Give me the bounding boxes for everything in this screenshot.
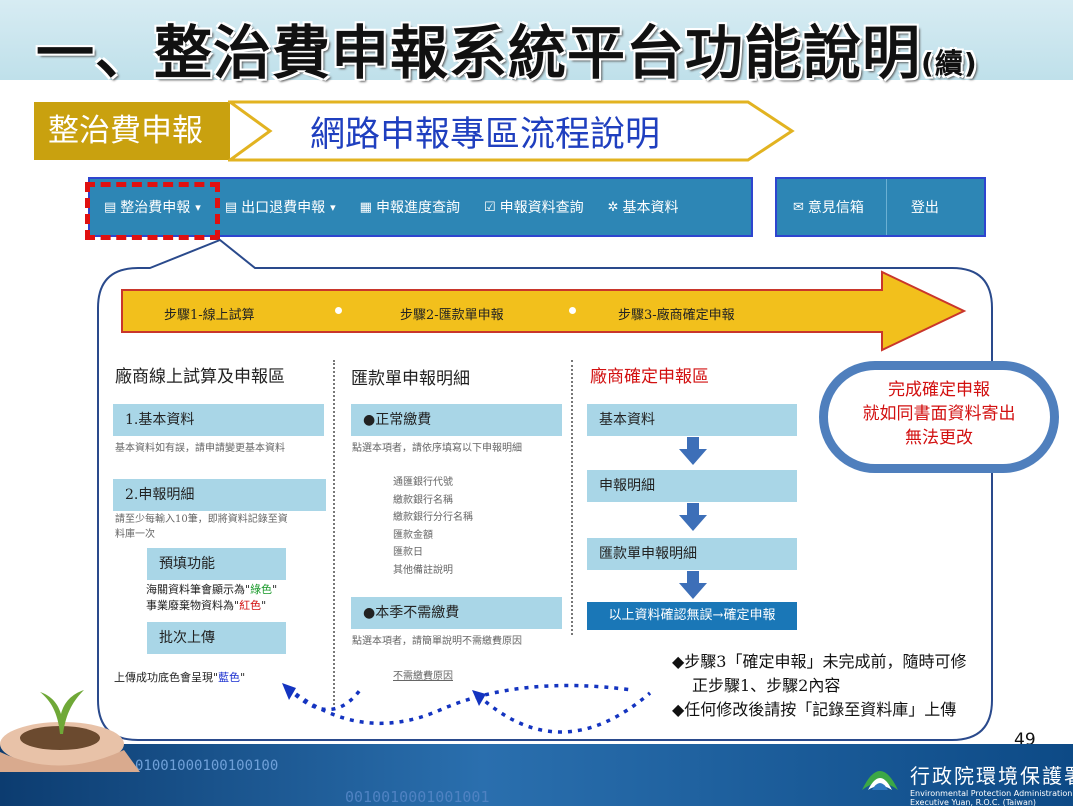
col1-detail-note: 請至少每輸入10筆，即將資料記錄至資 料庫一次 xyxy=(115,512,288,542)
col1-detail-bar: 2.申報明細 xyxy=(113,479,326,511)
col1-prefill-bar: 預填功能 xyxy=(147,548,286,580)
footer-binary: 01001000100100100 xyxy=(135,758,279,774)
agency-name: 行政院環境保護署 Environmental Protection Admini… xyxy=(910,760,1073,806)
epa-logo xyxy=(862,771,898,790)
prefill-text: 海關資料筆會顯示為" xyxy=(146,583,251,596)
col3-basic-bar: 基本資料 xyxy=(587,404,797,436)
note-1: ◆步驟3「確定申報」未完成前，隨時可修 正步驟1、步驟2內容 xyxy=(672,650,967,698)
agency-name-en: Executive Yuan, R.O.C. (Taiwan) xyxy=(910,798,1037,806)
agency-name-zh: 行政院環境保護署 xyxy=(910,764,1073,788)
note-line: 正步驟1、步驟2內容 xyxy=(692,676,841,695)
step-dot xyxy=(335,307,342,314)
field-item: 繳款銀行名稱 xyxy=(393,494,453,506)
prefill-green: 綠色 xyxy=(250,583,273,596)
note-2: ◆任何修改後請按「記錄至資料庫」上傳 xyxy=(672,700,957,719)
col2-normal-note: 點選本項者，請依序填寫以下申報明細 xyxy=(352,443,522,454)
col2-nopay-note: 點選本項者，請簡單說明不需繳費原因 xyxy=(352,636,522,647)
col2-normal-bar: ●正常繳費 xyxy=(351,404,562,436)
col2-field-list: 通匯銀行代號 繳款銀行名稱 繳款銀行分行名稱 匯款金額 匯款日 其他備註說明 xyxy=(393,474,473,579)
col1-batch-bar: 批次上傳 xyxy=(147,622,286,654)
note-line: ◆步驟3「確定申報」未完成前，隨時可修 xyxy=(672,652,967,671)
step-3-label: 步驟3-廠商確定申報 xyxy=(618,308,735,323)
prefill-text: " xyxy=(261,599,267,612)
col2-heading: 匯款單申報明細 xyxy=(351,369,470,389)
step-1-label: 步驟1-線上試算 xyxy=(164,308,255,323)
col2-reason-link[interactable]: 不需繳費原因 xyxy=(393,669,453,684)
prefill-line: 海關資料筆會顯示為"綠色" xyxy=(146,582,277,598)
oval-line: 完成確定申報 xyxy=(888,380,990,400)
field-item: 其他備註說明 xyxy=(393,564,453,576)
arrow-down-icon xyxy=(679,437,707,465)
arrow-down-icon xyxy=(679,503,707,531)
hand-seedling-image xyxy=(0,690,140,772)
warning-oval: 完成確定申報 就如同書面資料寄出 無法更改 xyxy=(819,361,1059,473)
step-2-label: 步驟2-匯款單申報 xyxy=(400,308,504,323)
field-item: 通匯銀行代號 xyxy=(393,477,453,488)
oval-line: 無法更改 xyxy=(905,428,973,448)
field-item: 匯款日 xyxy=(393,547,423,558)
col1-basic-note: 基本資料如有誤，請申請變更基本資料 xyxy=(115,443,285,454)
col1-basic-bar: 1.基本資料 xyxy=(113,404,324,436)
prefill-text: 事業廢棄物資料為" xyxy=(146,599,240,612)
prefill-line: 事業廢棄物資料為"紅色" xyxy=(146,598,277,614)
upload-text: " xyxy=(240,671,246,684)
agency-name-en: Environmental Protection Administration xyxy=(910,789,1073,798)
col1-heading: 廠商線上試算及申報區 xyxy=(115,367,285,387)
col1-detail-note-line: 請至少每輸入10筆，即將資料記錄至資 xyxy=(115,514,288,525)
col3-remit-bar: 匯款單申報明細 xyxy=(587,538,797,570)
confirm-submit-button[interactable]: 以上資料確認無誤→確定申報 xyxy=(587,602,797,630)
oval-line: 就如同書面資料寄出 xyxy=(862,404,1016,424)
column-divider xyxy=(571,360,573,635)
field-item: 匯款金額 xyxy=(393,529,433,541)
step-dot xyxy=(569,307,576,314)
col3-heading: 廠商確定申報區 xyxy=(590,367,709,387)
prefill-red: 紅色 xyxy=(239,599,262,612)
col2-nopay-bar: ●本季不需繳費 xyxy=(351,597,562,629)
footer-binary: 0010010001001001 xyxy=(345,788,490,806)
col1-prefill-notes: 海關資料筆會顯示為"綠色" 事業廢棄物資料為"紅色" xyxy=(146,582,277,614)
field-item: 繳款銀行分行名稱 xyxy=(393,512,473,523)
prefill-text: " xyxy=(272,583,278,596)
upload-blue: 藍色 xyxy=(218,671,241,684)
column-divider xyxy=(333,360,335,705)
col1-detail-note-line: 料庫一次 xyxy=(115,529,155,540)
col3-detail-bar: 申報明細 xyxy=(587,470,797,502)
arrow-down-icon xyxy=(679,571,707,599)
